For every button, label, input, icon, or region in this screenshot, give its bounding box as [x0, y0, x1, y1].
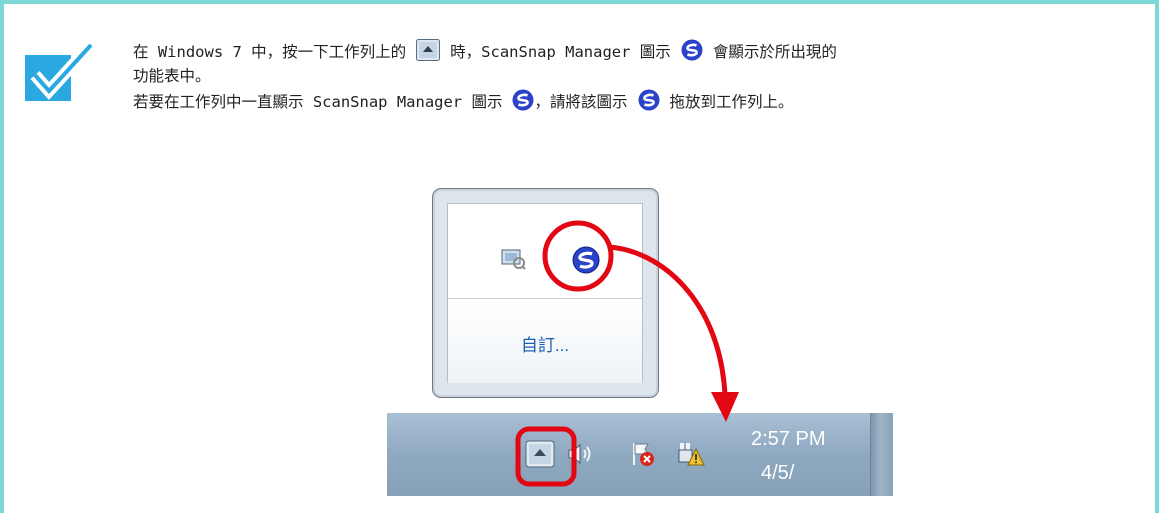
scansnap-manager-icon	[681, 39, 703, 69]
note-line3-c: 拖放到工作列上。	[669, 93, 794, 111]
clock-time[interactable]: 2:57 PM	[751, 428, 825, 451]
show-hidden-icons-icon	[416, 39, 441, 69]
note-line3-b: ，請將該圖示	[534, 93, 628, 111]
network-icon[interactable]	[500, 248, 526, 270]
power-warning-icon[interactable]	[677, 441, 705, 467]
note-line3-a: 若要在工作列中一直顯示 ScanSnap Manager 圖示	[133, 93, 503, 111]
clock-date[interactable]: 4/5/	[761, 462, 794, 485]
customize-link[interactable]: 自訂...	[448, 331, 642, 356]
action-center-flag-icon[interactable]	[630, 441, 656, 467]
show-desktop-button[interactable]	[870, 413, 893, 496]
scansnap-manager-icon[interactable]	[572, 246, 600, 274]
show-hidden-icons-icon[interactable]	[525, 440, 555, 468]
note-text: 在 Windows 7 中，按一下工作列上的 時，ScanSnap Manager…	[133, 39, 1148, 114]
scansnap-manager-icon	[512, 89, 534, 119]
note-line1-b: 時，ScanSnap Manager 圖示	[450, 43, 671, 61]
popup-content: 自訂...	[447, 203, 643, 383]
notification-overflow-popup: 自訂...	[432, 188, 659, 398]
note-line1-c: 會顯示於所出現的	[712, 43, 837, 61]
checkmark-icon	[25, 41, 96, 101]
volume-icon[interactable]	[567, 442, 597, 466]
note-line2: 功能表中。	[133, 67, 211, 85]
scansnap-manager-icon	[638, 89, 660, 119]
note-line1-a: 在 Windows 7 中，按一下工作列上的	[133, 43, 407, 61]
